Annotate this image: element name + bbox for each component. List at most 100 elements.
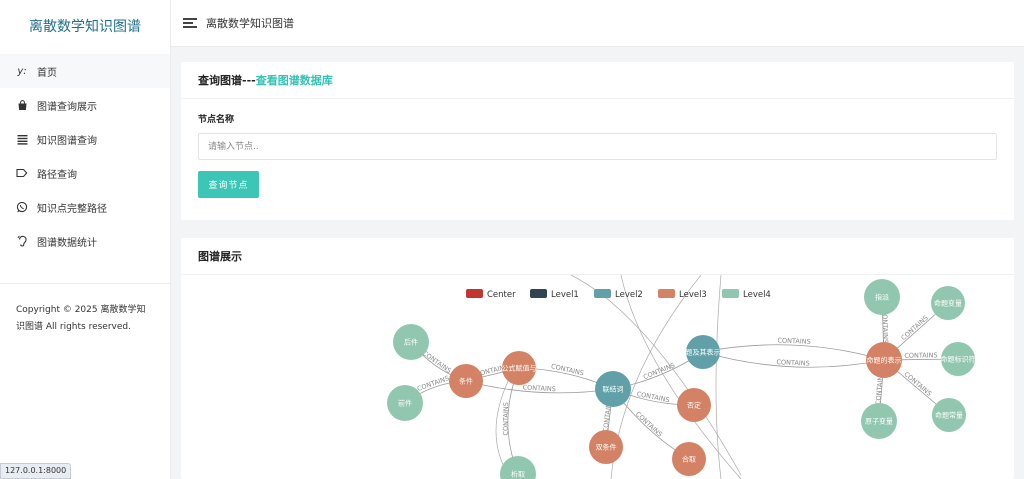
graph-edge-label: CONTAINS	[636, 390, 670, 404]
view-graph-database-link[interactable]: 查看图谱数据库	[256, 72, 333, 88]
graph-node-label: 命题变量	[934, 299, 962, 308]
graph-node[interactable]: 条件	[449, 364, 483, 398]
graph-node-label: 合取	[682, 455, 696, 464]
graph-edge-label: CONTAINS	[421, 349, 453, 375]
graph-node-label: 命题的表示	[867, 356, 902, 365]
sidebar-item-label: 知识图谱查询	[37, 135, 97, 147]
graph-node[interactable]: 题及其表示	[686, 335, 721, 369]
sidebar-item-label: 路径查询	[37, 169, 77, 181]
graph-nodes: 后件前件 条件 公式赋值与联结词否定双条件合取 题及其表示命题的表示 指派命题变量命题标…	[387, 279, 976, 479]
graph-node[interactable]: 联结词	[595, 371, 631, 407]
graph-edge-label: CONTAINS	[550, 362, 584, 377]
graph-edge-label: CONTAINS	[904, 351, 937, 359]
graph-node-label: 命题常量	[935, 411, 963, 420]
status-url: 127.0.0.1:8000	[0, 463, 72, 479]
graph-edge-label: CONTAINS	[642, 361, 676, 381]
brand-title[interactable]: 离散数学知识图谱	[0, 0, 170, 52]
sidebar: 离散数学知识图谱 y: 首页 图谱查询展示 知识图谱查询 路径查询 知识点完整路…	[0, 0, 171, 479]
graph-edge-label: CONTAINS	[416, 374, 450, 393]
graph-canvas[interactable]: CONTAINS CONTAINS CONTAINS CONTAINS CONTAINS…	[181, 275, 1014, 479]
graph-edge-label: CONTAINS	[777, 336, 811, 345]
graph-node-label: 公式赋值与	[502, 364, 537, 373]
knowledge-graph[interactable]: CONTAINSCONTAINSCONTAINSCONTAINSCONTAINS…	[181, 275, 1014, 479]
sidebar-item-kg-query[interactable]: 知识图谱查询	[0, 122, 170, 156]
graph-node-label: 命题标识符	[941, 355, 976, 364]
graph-node[interactable]: 指派	[864, 279, 900, 315]
graph-node[interactable]: 命题标识符	[941, 342, 976, 376]
graph-edge-label: CONTAINS	[502, 402, 510, 435]
legend-swatch	[658, 289, 675, 298]
legend-swatch	[466, 289, 483, 298]
graph-node[interactable]: 原子变量	[861, 403, 897, 439]
legend-swatch	[722, 289, 739, 298]
legend-item[interactable]: Level2	[594, 289, 643, 300]
sidebar-nav: y: 首页 图谱查询展示 知识图谱查询 路径查询 知识点完整路径 图谱数据统计	[0, 52, 170, 258]
graph-node-label: 指派	[875, 293, 889, 302]
sidebar-item-label: 知识点完整路径	[37, 203, 107, 215]
legend-label: Level4	[743, 290, 771, 300]
copyright-text: Copyright © 2025 离散数学知识图谱 All rights res…	[16, 305, 146, 332]
graph-edge-label: CONTAINS	[776, 358, 810, 367]
legend-label: Level2	[615, 290, 643, 300]
sidebar-item-home[interactable]: y: 首页	[0, 54, 170, 88]
graph-node[interactable]: 否定	[677, 388, 711, 422]
graph-legend: Center Level1 Level2 Level3 Level4	[466, 289, 771, 300]
graph-node-label: 析取	[511, 470, 525, 479]
query-card: 查询图谱---查看图谱数据库 节点名称 查询节点	[181, 62, 1014, 220]
legend-item[interactable]: Level4	[722, 289, 771, 300]
graph-node-label: 题及其表示	[686, 348, 721, 357]
graph-edge-label: CONTAINS	[902, 370, 933, 398]
query-form: 节点名称 查询节点	[181, 99, 1014, 198]
sidebar-item-graph-stats[interactable]: 图谱数据统计	[0, 224, 170, 258]
topbar-title: 离散数学知识图谱	[206, 17, 294, 30]
legend-swatch	[530, 289, 547, 298]
legend-item[interactable]: Level1	[530, 289, 579, 300]
hamburger-menu-icon[interactable]	[183, 18, 197, 28]
legend-item[interactable]: Level3	[658, 289, 707, 300]
graph-node-label: 后件	[404, 338, 418, 347]
graph-node[interactable]: 析取	[500, 456, 536, 479]
ear-icon	[15, 234, 29, 248]
graph-node[interactable]: 公式赋值与	[502, 351, 537, 385]
graph-node[interactable]: 前件	[387, 385, 423, 421]
legend-item[interactable]: Center	[466, 289, 516, 300]
y-axis-icon: y:	[17, 65, 27, 77]
graph-edge-label: CONTAINS	[634, 410, 664, 438]
sidebar-item-label: 首页	[37, 67, 57, 79]
graph-node-label: 条件	[459, 377, 473, 386]
bag-icon	[15, 98, 29, 112]
graph-edge-label: CONTAINS	[900, 314, 930, 342]
sidebar-item-label: 图谱数据统计	[37, 237, 97, 249]
whatsapp-icon	[15, 200, 29, 214]
graph-node-label: 联结词	[603, 385, 624, 394]
list-icon	[15, 132, 29, 146]
graph-node-label: 原子变量	[865, 417, 893, 426]
graph-node[interactable]: 命题常量	[932, 398, 966, 432]
graph-node[interactable]: 后件	[393, 324, 429, 360]
legend-swatch	[594, 289, 611, 298]
graph-node[interactable]: 双条件	[589, 430, 623, 464]
query-card-header: 查询图谱--- 查看图谱数据库	[181, 62, 1014, 99]
graph-node-label: 否定	[687, 401, 701, 410]
sidebar-item-label: 图谱查询展示	[37, 101, 97, 113]
legend-label: Level1	[551, 290, 579, 300]
graph-edge	[702, 344, 885, 361]
sidebar-item-path-query[interactable]: 路径查询	[0, 156, 170, 190]
query-node-button[interactable]: 查询节点	[198, 171, 259, 198]
graph-node[interactable]: 命题的表示	[866, 342, 902, 378]
query-card-title: 查询图谱---	[198, 74, 256, 87]
legend-label: Level3	[679, 290, 707, 300]
graph-node[interactable]: 合取	[672, 442, 706, 476]
graph-node[interactable]: 命题变量	[931, 286, 965, 320]
graph-node-label: 双条件	[596, 443, 617, 452]
sidebar-item-full-path[interactable]: 知识点完整路径	[0, 190, 170, 224]
graph-card-header: 图谱展示	[181, 238, 1014, 275]
node-name-input[interactable]	[198, 133, 997, 160]
graph-card: 图谱展示 CONTAINS CONTAINS CONTAINS CONTAINS CON…	[181, 238, 1014, 479]
sidebar-item-graph-query-display[interactable]: 图谱查询展示	[0, 88, 170, 122]
top-bar: 离散数学知识图谱	[171, 0, 1024, 47]
graph-node-label: 前件	[398, 399, 412, 408]
tag-icon	[15, 166, 29, 180]
legend-label: Center	[487, 290, 516, 300]
node-name-label: 节点名称	[198, 115, 235, 125]
